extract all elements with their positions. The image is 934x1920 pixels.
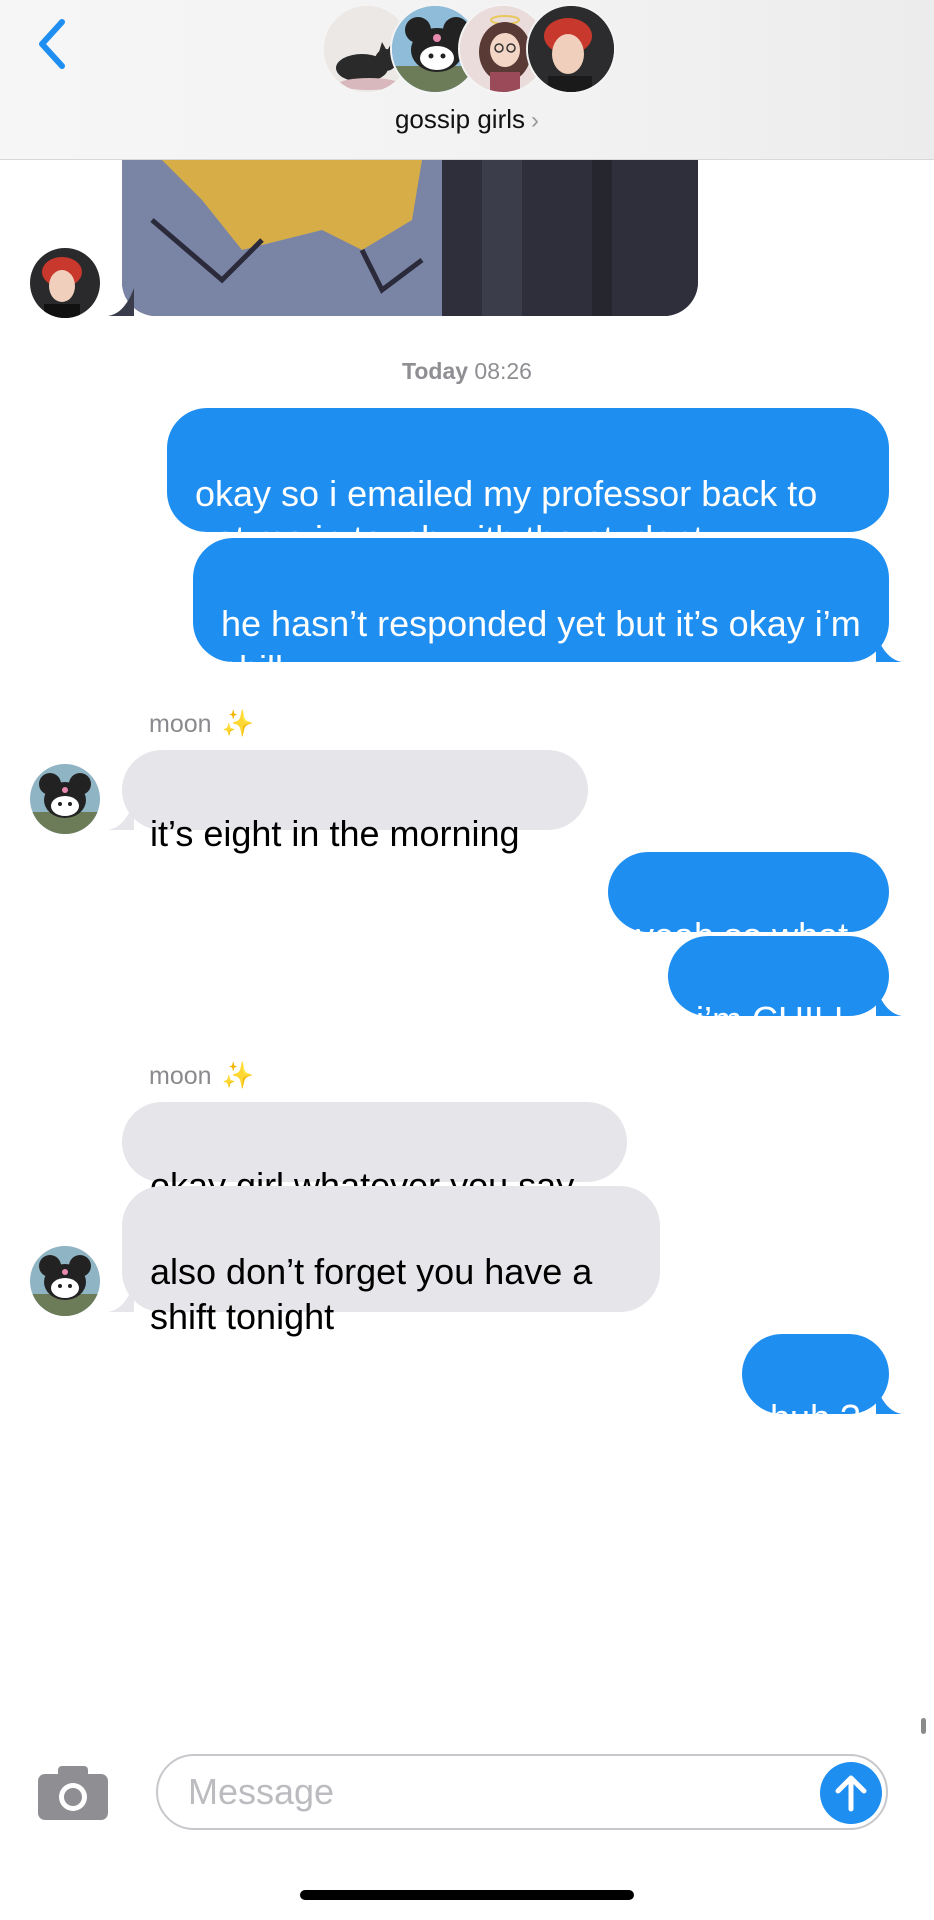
sender-avatar-moon[interactable] bbox=[30, 764, 100, 834]
image-attachment[interactable] bbox=[122, 160, 698, 316]
sender-avatar-moon[interactable] bbox=[30, 1246, 100, 1316]
sender-avatar[interactable] bbox=[30, 248, 100, 318]
home-indicator[interactable] bbox=[300, 1890, 634, 1900]
message-text: huh ? bbox=[770, 1397, 861, 1438]
message-bubble-outgoing[interactable]: i’m CHILL bbox=[668, 936, 889, 1040]
message-bubble-outgoing[interactable]: okay so i emailed my professor back to g… bbox=[167, 408, 889, 559]
message-bubble-incoming[interactable]: okay girl whatever you say bbox=[122, 1102, 627, 1206]
sender-label: moon bbox=[149, 1062, 212, 1090]
message-bubble-incoming[interactable]: it’s eight in the morning bbox=[122, 750, 588, 854]
bubble-tail bbox=[108, 802, 134, 830]
bubble-tail bbox=[108, 288, 134, 316]
timestamp-day: Today bbox=[402, 358, 469, 384]
scrollbar[interactable] bbox=[921, 1718, 926, 1734]
sender-name: moon ✨ bbox=[149, 1060, 254, 1091]
timestamp: Today 08:26 bbox=[0, 358, 934, 385]
message-bubble-outgoing[interactable]: he hasn’t responded yet but it’s okay i’… bbox=[193, 538, 889, 689]
message-list[interactable]: Today 08:26 okay so i emailed my profess… bbox=[0, 160, 934, 1740]
message-bubble-outgoing[interactable]: yeah so what bbox=[608, 852, 889, 956]
back-button[interactable] bbox=[28, 14, 78, 74]
messages-screen: gossip girls › Today 08:26 okay so i ema… bbox=[0, 0, 934, 1920]
message-text: i’m CHILL bbox=[696, 999, 855, 1040]
send-button[interactable] bbox=[820, 1762, 882, 1824]
message-text: also don’t forget you have a shift tonig… bbox=[150, 1251, 593, 1337]
sender-name: moon ✨ bbox=[149, 708, 254, 739]
sparkles-icon: ✨ bbox=[221, 1060, 254, 1090]
group-name-label: gossip girls bbox=[394, 104, 526, 134]
chevron-right-icon: › bbox=[531, 107, 540, 134]
message-text: it’s eight in the morning bbox=[150, 813, 520, 854]
sparkles-icon: ✨ bbox=[221, 708, 254, 738]
message-bubble-outgoing[interactable]: huh ? bbox=[742, 1334, 889, 1438]
camera-icon bbox=[38, 1766, 108, 1820]
red-hair-avatar bbox=[526, 4, 616, 94]
camera-button[interactable] bbox=[36, 1762, 110, 1822]
bubble-tail bbox=[876, 988, 902, 1016]
message-input[interactable] bbox=[156, 1754, 888, 1830]
sender-label: moon bbox=[149, 710, 212, 738]
bubble-tail bbox=[876, 1386, 902, 1414]
chevron-left-icon bbox=[39, 19, 65, 69]
arrow-up-icon bbox=[835, 1775, 867, 1812]
timestamp-time: 08:26 bbox=[474, 358, 532, 384]
bubble-tail bbox=[876, 634, 902, 662]
message-text: he hasn’t responded yet but it’s okay i’… bbox=[221, 603, 861, 689]
message-bubble-incoming[interactable]: also don’t forget you have a shift tonig… bbox=[122, 1186, 660, 1337]
group-name-button[interactable]: gossip girls › bbox=[0, 104, 934, 135]
bubble-tail bbox=[108, 1284, 134, 1312]
group-avatars[interactable] bbox=[322, 4, 616, 94]
conversation-header: gossip girls › bbox=[0, 0, 934, 160]
